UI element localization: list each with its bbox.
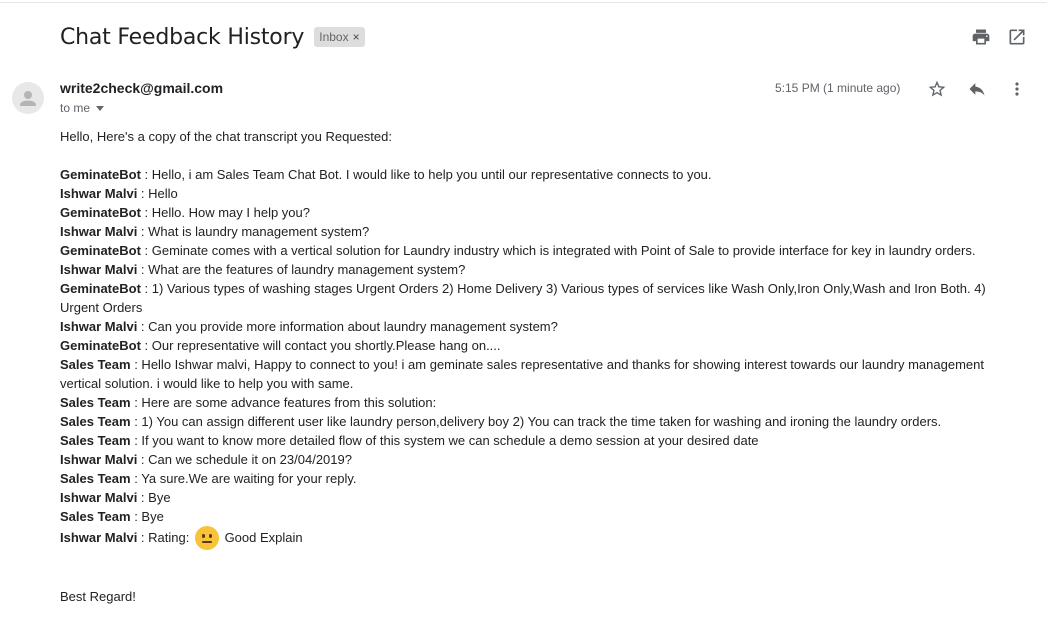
message-author: Sales Team [60, 433, 131, 448]
chat-transcript: GeminateBot : Hello, i am Sales Team Cha… [60, 165, 1000, 526]
inbox-label-chip[interactable]: Inbox × [314, 27, 365, 47]
message-text: : Hello [137, 186, 178, 201]
message-author: Sales Team [60, 471, 131, 486]
message-text: : Ya sure.We are waiting for your reply. [130, 471, 357, 486]
chat-message-line: GeminateBot : Geminate comes with a vert… [60, 241, 1000, 260]
message-author: Ishwar Malvi [60, 262, 138, 277]
chat-message-line: Sales Team : Ya sure.We are waiting for … [60, 469, 1000, 488]
message-text: : 1) Various types of washing stages Urg… [60, 281, 986, 315]
message-text: : Can you provide more information about… [137, 319, 558, 334]
email-timestamp: 5:15 PM (1 minute ago) [775, 81, 901, 95]
message-author: GeminateBot [60, 167, 141, 182]
rating-prefix: : Rating: [137, 530, 193, 545]
chat-message-line: Ishwar Malvi : Can we schedule it on 23/… [60, 450, 1000, 469]
top-divider [0, 2, 1047, 3]
message-author: GeminateBot [60, 205, 141, 220]
chat-message-line: Sales Team : Here are some advance featu… [60, 393, 1000, 412]
chat-message-line: GeminateBot : Our representative will co… [60, 336, 1000, 355]
message-author: Ishwar Malvi [60, 530, 138, 545]
message-text: : Here are some advance features from th… [130, 395, 437, 410]
neutral-face-emoji-icon [194, 525, 219, 550]
chat-message-line: GeminateBot : Hello. How may I help you? [60, 203, 1000, 222]
message-text: : Bye [137, 490, 171, 505]
message-author: Sales Team [60, 395, 131, 410]
default-avatar-icon [20, 91, 36, 106]
message-author: GeminateBot [60, 281, 141, 296]
subject-row: Chat Feedback History Inbox × [60, 22, 365, 52]
rating-line: Ishwar Malvi : Rating: Good Explain [60, 525, 1000, 550]
email-closing: Best Regard! [60, 589, 136, 604]
message-author: Sales Team [60, 509, 131, 524]
open-in-new-window-icon[interactable] [1007, 27, 1027, 47]
message-text: : Hello, i am Sales Team Chat Bot. I wou… [140, 167, 712, 182]
message-author: Ishwar Malvi [60, 224, 138, 239]
reply-icon[interactable] [967, 79, 987, 99]
message-text: : What is laundry management system? [137, 224, 370, 239]
chat-message-line: Sales Team : Hello Ishwar malvi, Happy t… [60, 355, 1000, 393]
message-author: Ishwar Malvi [60, 186, 138, 201]
message-author: GeminateBot [60, 338, 141, 353]
message-author: GeminateBot [60, 243, 141, 258]
chat-message-line: GeminateBot : Hello, i am Sales Team Cha… [60, 165, 1000, 184]
remove-label-button[interactable]: × [353, 30, 360, 44]
chat-message-line: Ishwar Malvi : Hello [60, 184, 1000, 203]
print-icon[interactable] [971, 27, 991, 47]
message-author: Sales Team [60, 414, 131, 429]
recipient-label: to me [60, 101, 91, 115]
message-text: : Bye [130, 509, 164, 524]
sender-avatar[interactable] [12, 82, 44, 114]
message-text: : Can we schedule it on 23/04/2019? [137, 452, 352, 467]
email-subject: Chat Feedback History [60, 24, 305, 50]
message-author: Ishwar Malvi [60, 452, 138, 467]
chat-message-line: Sales Team : 1) You can assign different… [60, 412, 1000, 431]
message-author: Ishwar Malvi [60, 490, 138, 505]
chat-message-line: Ishwar Malvi : What is laundry managemen… [60, 222, 1000, 241]
message-text: : Hello Ishwar malvi, Happy to connect t… [60, 357, 984, 391]
chat-message-line: GeminateBot : 1) Various types of washin… [60, 279, 1000, 317]
chat-message-line: Ishwar Malvi : Bye [60, 488, 1000, 507]
label-text: Inbox [319, 30, 349, 44]
chat-message-line: Sales Team : If you want to know more de… [60, 431, 1000, 450]
message-text: : Geminate comes with a vertical solutio… [140, 243, 976, 258]
sender-email[interactable]: write2check@gmail.com [60, 80, 223, 96]
email-body: Hello, Here's a copy of the chat transcr… [60, 127, 1000, 606]
message-text: : Hello. How may I help you? [140, 205, 310, 220]
message-text: : What are the features of laundry manag… [137, 262, 466, 277]
star-icon[interactable] [927, 79, 947, 99]
chat-message-line: Ishwar Malvi : What are the features of … [60, 260, 1000, 279]
message-author: Sales Team [60, 357, 131, 372]
more-vertical-icon[interactable] [1007, 79, 1027, 99]
rating-text: Good Explain [220, 530, 303, 545]
chat-message-line: Ishwar Malvi : Can you provide more info… [60, 317, 1000, 336]
chat-message-line: Sales Team : Bye [60, 507, 1000, 526]
recipient-details-toggle[interactable]: to me [60, 101, 105, 115]
message-text: : 1) You can assign different user like … [130, 414, 942, 429]
message-text: : If you want to know more detailed flow… [130, 433, 759, 448]
chevron-down-icon [96, 105, 105, 111]
message-author: Ishwar Malvi [60, 319, 138, 334]
message-text: : Our representative will contact you sh… [140, 338, 501, 353]
email-intro: Hello, Here's a copy of the chat transcr… [60, 129, 392, 144]
